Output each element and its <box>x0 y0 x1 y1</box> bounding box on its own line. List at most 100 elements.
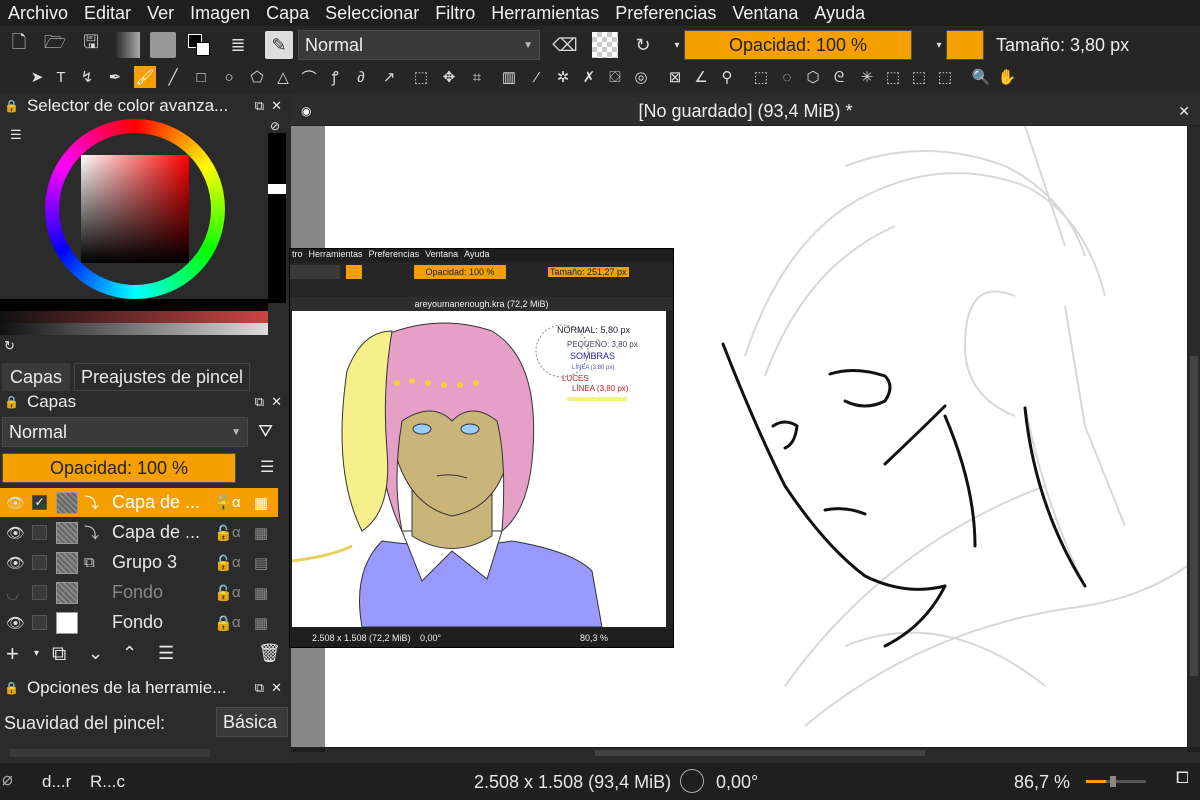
rotation-value[interactable]: 0,00° <box>716 772 758 793</box>
lock-icon[interactable]: 🔓 <box>214 524 233 542</box>
close-icon[interactable]: ✕ <box>271 98 282 114</box>
polyline-tool-icon[interactable]: △ <box>272 66 294 88</box>
color-bar-3[interactable] <box>0 323 268 335</box>
visibility-eye-icon[interactable]: 👁 <box>6 524 25 542</box>
menu-editar[interactable]: Editar <box>76 3 139 24</box>
layer-checkbox[interactable] <box>32 555 47 570</box>
color-swatch[interactable] <box>946 30 984 60</box>
save-icon[interactable]: 🖫 <box>78 32 104 58</box>
layer-row[interactable]: 👁 ⧉ Grupo 3 🔓 α ▤ <box>0 548 278 577</box>
select-shapes-icon[interactable]: ➤ <box>26 66 48 88</box>
gradient-icon[interactable] <box>114 32 140 58</box>
multibrush-icon[interactable]: ↗ <box>378 66 400 88</box>
layer-checkbox[interactable] <box>32 615 47 630</box>
hue-ring[interactable] <box>45 119 225 299</box>
alpha-icon[interactable]: α <box>232 584 241 601</box>
inherit-alpha-icon[interactable]: ▦ <box>254 494 268 512</box>
float-icon[interactable]: ⧉ <box>255 394 264 410</box>
eraser-icon[interactable]: ⌫ <box>552 32 578 58</box>
open-folder-icon[interactable]: 🗁 <box>42 32 68 58</box>
menu-archivo[interactable]: Archivo <box>0 3 76 24</box>
alpha-icon[interactable]: α <box>232 524 241 541</box>
opacity-slider[interactable]: Opacidad: 100 % <box>684 30 912 60</box>
color-swap-icon[interactable] <box>186 32 212 58</box>
assistant-tool-icon[interactable]: ⊠ <box>664 66 686 88</box>
passthrough-icon[interactable]: ▤ <box>254 554 268 572</box>
bezier-tool-icon[interactable]: ⌒ <box>298 66 320 88</box>
lock-icon[interactable]: 🔒 <box>4 395 19 409</box>
color-bar-2[interactable] <box>0 311 268 323</box>
menu-icon[interactable]: ☰ <box>260 457 274 477</box>
layer-properties-icon[interactable]: ☰ <box>158 643 174 664</box>
tab-brush-presets[interactable]: Preajustes de pincel <box>74 363 250 391</box>
edit-shapes-icon[interactable]: ↯ <box>76 66 98 88</box>
close-document-icon[interactable]: ✕ <box>1178 103 1190 120</box>
line-tool-icon[interactable]: ╱ <box>162 66 184 88</box>
lock-icon[interactable]: 🔓 <box>214 584 233 602</box>
inherit-alpha-icon[interactable]: ▦ <box>254 614 268 632</box>
dropdown-icon[interactable]: ▾ <box>34 648 39 659</box>
rectangle-tool-icon[interactable]: □ <box>190 66 212 88</box>
zoom-tool-icon[interactable]: 🔍 <box>970 66 992 88</box>
measure-tool-icon[interactable]: ∠ <box>690 66 712 88</box>
visibility-eye-icon[interactable]: 👁 <box>6 494 25 512</box>
horizontal-scrollbar[interactable] <box>10 749 210 757</box>
freehand-path-icon[interactable]: ꝭ <box>324 66 346 88</box>
workspace-icon[interactable]: ≣ <box>225 32 251 58</box>
visibility-eye-icon[interactable]: 👁 <box>6 554 25 572</box>
pattern-icon[interactable] <box>150 32 176 58</box>
current-pattern[interactable]: R...c <box>90 772 125 792</box>
menu-preferencias[interactable]: Preferencias <box>607 3 724 24</box>
float-icon[interactable]: ⧉ <box>255 98 264 114</box>
alpha-icon[interactable]: α <box>232 494 241 511</box>
freehand-brush-icon[interactable]: 🖌 <box>134 66 156 88</box>
menu-herramientas[interactable]: Herramientas <box>483 3 607 24</box>
ellipse-tool-icon[interactable]: ○ <box>218 66 240 88</box>
layer-row[interactable]: 👁 ⤵ Capa de ... 🔓 α ▦ <box>0 518 278 547</box>
transform-tool-icon[interactable]: ⬚ <box>410 66 432 88</box>
menu-seleccionar[interactable]: Seleccionar <box>317 3 427 24</box>
alpha-icon[interactable]: α <box>232 614 241 631</box>
reference-tool-icon[interactable]: ⚲ <box>716 66 738 88</box>
layer-row[interactable]: ◡ Fondo 🔓 α ▦ <box>0 578 278 607</box>
settings-icon[interactable]: ☰ <box>10 127 22 143</box>
alpha-icon[interactable]: α <box>232 554 241 571</box>
new-document-icon[interactable]: 🗋 <box>6 32 32 58</box>
freehand-select-icon[interactable]: ᘓ <box>828 66 850 88</box>
inherit-alpha-icon[interactable]: ▦ <box>254 584 268 602</box>
brush-preset-icon[interactable]: ✎ <box>265 31 293 59</box>
inherit-alpha-icon[interactable]: ▦ <box>254 524 268 542</box>
menu-imagen[interactable]: Imagen <box>182 3 258 24</box>
float-icon[interactable]: ⧉ <box>255 680 264 696</box>
color-bar-1[interactable] <box>0 299 268 311</box>
ellipse-select-icon[interactable]: ◌ <box>776 66 798 88</box>
menu-filtro[interactable]: Filtro <box>427 3 483 24</box>
calligraphy-icon[interactable]: ✒ <box>104 66 126 88</box>
gradient-tool-icon[interactable]: ▥ <box>498 66 520 88</box>
bezier-select-icon[interactable]: ⬚ <box>908 66 930 88</box>
visibility-eye-icon[interactable]: 👁 <box>6 614 25 632</box>
similar-select-icon[interactable]: ⬚ <box>882 66 904 88</box>
reload-icon[interactable]: ↻ <box>630 32 656 58</box>
close-icon[interactable]: ✕ <box>271 394 282 410</box>
reference-image-window[interactable]: tro Herramientas Preferencias Ventana Ay… <box>289 248 674 648</box>
document-tab[interactable]: ◉ [No guardado] (93,4 MiB) * ✕ <box>291 97 1200 125</box>
delete-layer-icon[interactable]: 🗑 <box>258 643 281 664</box>
pan-tool-icon[interactable]: ✋ <box>996 66 1018 88</box>
rect-select-icon[interactable]: ⬚ <box>750 66 772 88</box>
current-brush[interactable]: d...r <box>42 772 71 792</box>
filter-icon[interactable]: ⛛ <box>258 421 273 442</box>
tab-layers[interactable]: Capas <box>2 363 70 391</box>
lock-icon[interactable]: 🔒 <box>214 614 233 632</box>
vertical-scrollbar[interactable] <box>1188 126 1200 747</box>
zoom-value[interactable]: 86,7 % <box>1014 772 1070 793</box>
value-slider[interactable] <box>268 133 286 303</box>
size-slider[interactable]: Tamaño: 3,80 px <box>990 30 1174 60</box>
move-up-icon[interactable]: ⌃ <box>122 643 137 664</box>
lock-icon[interactable]: 🔒 <box>4 681 19 695</box>
no-color-icon[interactable]: ⊘ <box>270 119 280 133</box>
polygon-select-icon[interactable]: ⬡ <box>802 66 824 88</box>
color-picker-icon[interactable]: ⁄ <box>526 66 548 88</box>
saturation-value-square[interactable] <box>81 155 189 263</box>
visibility-eye-closed-icon[interactable]: ◡ <box>6 584 19 602</box>
